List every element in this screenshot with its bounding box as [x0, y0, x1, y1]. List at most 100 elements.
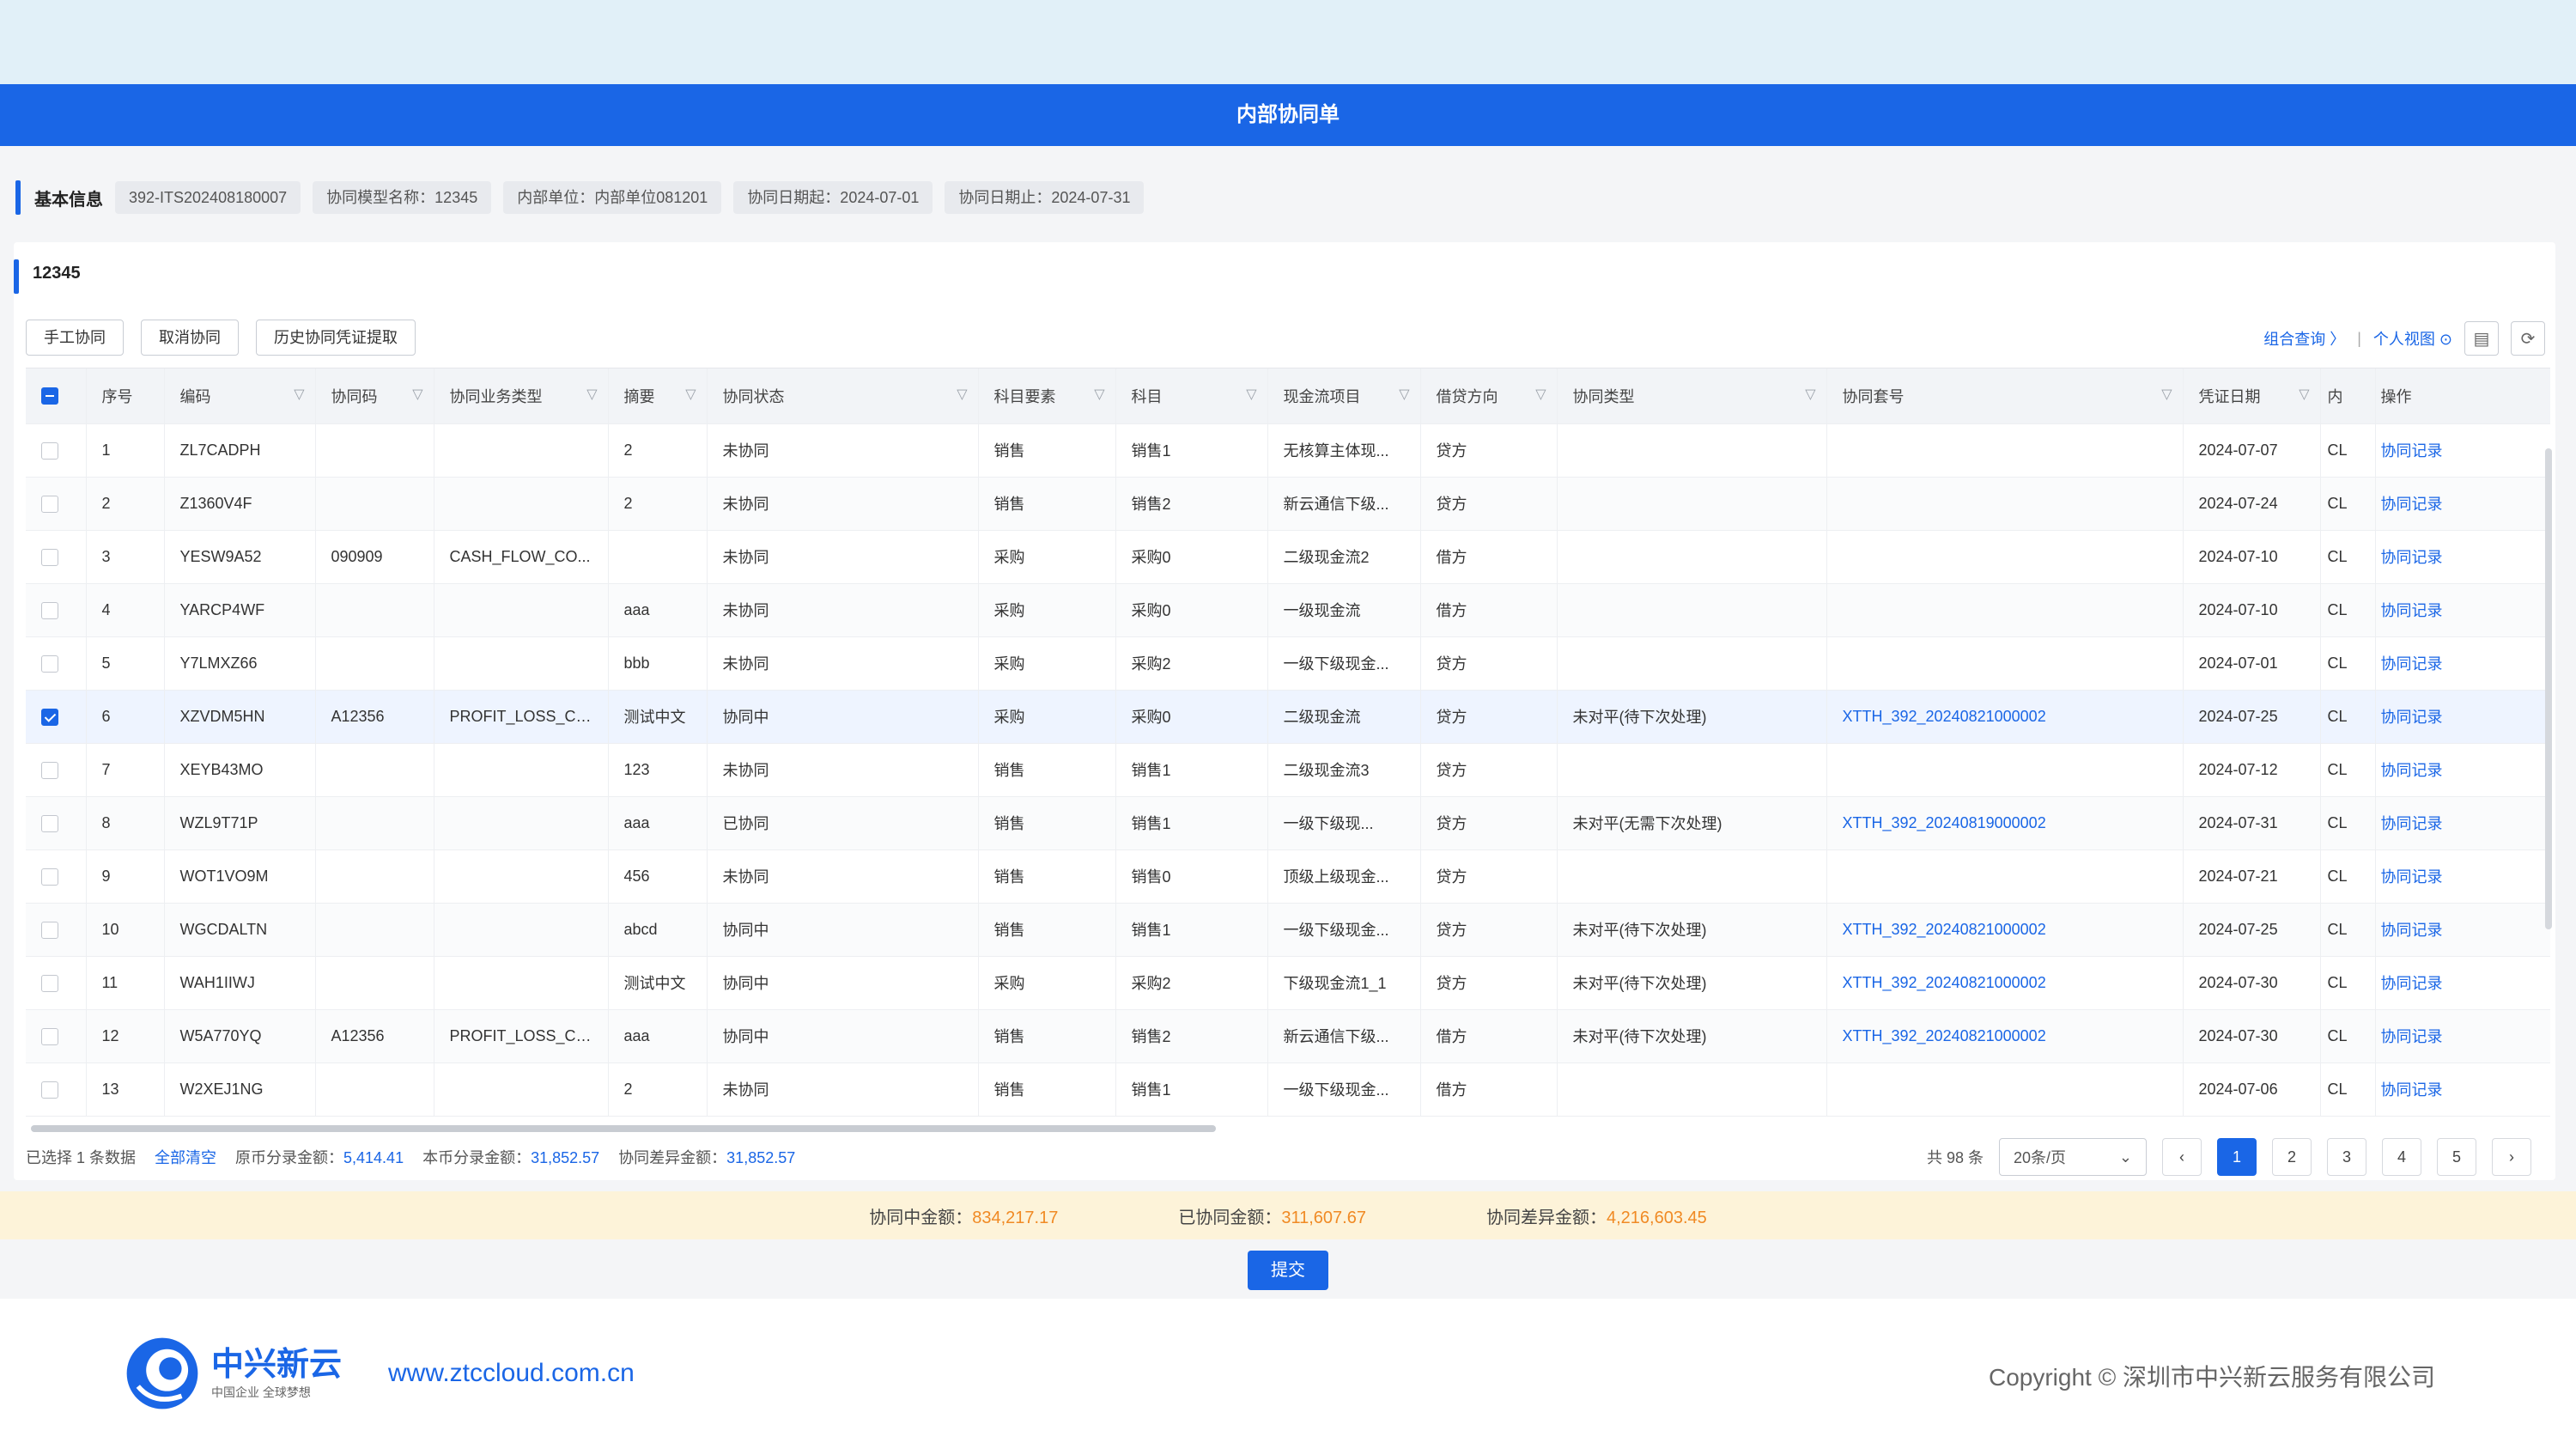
- table-row[interactable]: 12 W5A770YQ A12356 PROFIT_LOSS_CO... aaa 协同中销…: [26, 1009, 2550, 1063]
- row-action-link[interactable]: 协同记录: [2375, 1009, 2550, 1063]
- checkbox-icon[interactable]: [41, 708, 58, 726]
- prev-page-button[interactable]: ‹: [2162, 1138, 2202, 1176]
- col-biz-type[interactable]: 协同业务类型 ▽: [434, 368, 609, 424]
- table-row[interactable]: 11 WAH1IIWJ 测试中文 协同中 采购 采购2 下级现金流1_1 贷方 未对平(待下次处…: [26, 956, 2550, 1010]
- row-select-cell[interactable]: [26, 636, 87, 691]
- clear-all-link[interactable]: 全部清空: [155, 1146, 216, 1168]
- filter-icon[interactable]: ▽: [1399, 386, 1409, 403]
- row-action-link[interactable]: 协同记录: [2375, 849, 2550, 904]
- row-action-link[interactable]: 协同记录: [2375, 796, 2550, 850]
- combo-query-link[interactable]: 组合查询 〉: [2263, 327, 2345, 350]
- filter-icon[interactable]: ▽: [1805, 386, 1815, 403]
- table-row[interactable]: 1 ZL7CADPH 2 未协同 销售 销售1 无核算主体现... 贷方 2024-07-07 C…: [26, 423, 2550, 478]
- row-select-cell[interactable]: [26, 423, 87, 478]
- row-action-link[interactable]: 协同记录: [2375, 423, 2550, 478]
- page-button-1[interactable]: 1: [2217, 1138, 2257, 1176]
- filter-icon[interactable]: ▽: [412, 386, 422, 403]
- table-row[interactable]: 5 Y7LMXZ66 bbb 未协同 采购 采购2 一级下级现金... 贷方 2024-07-0…: [26, 636, 2550, 691]
- row-action-link[interactable]: 协同记录: [2375, 690, 2550, 744]
- checkbox-icon[interactable]: [41, 654, 58, 673]
- filter-icon[interactable]: ▽: [1246, 386, 1256, 403]
- checkbox-icon[interactable]: [41, 1081, 58, 1099]
- personal-view-link[interactable]: 个人视图 ⊙: [2373, 327, 2452, 350]
- row-select-cell[interactable]: [26, 1062, 87, 1117]
- checkbox-icon[interactable]: [41, 601, 58, 619]
- page-button-3[interactable]: 3: [2327, 1138, 2366, 1176]
- checkbox-icon[interactable]: [41, 761, 58, 779]
- row-set-no[interactable]: [1826, 477, 2184, 531]
- row-action-link[interactable]: 协同记录: [2375, 956, 2550, 1010]
- table-row[interactable]: 2 Z1360V4F 2 未协同 销售 销售2 新云通信下级... 贷方 2024-07-24 C…: [26, 477, 2550, 531]
- row-action-link[interactable]: 协同记录: [2375, 477, 2550, 531]
- manual-sync-button[interactable]: 手工协同: [26, 320, 124, 356]
- filter-icon[interactable]: ▽: [1535, 386, 1546, 403]
- page-size-select[interactable]: 20条/页 ⌄: [1999, 1138, 2147, 1176]
- filter-icon[interactable]: ▽: [685, 386, 696, 403]
- col-element[interactable]: 科目要素 ▽: [978, 368, 1116, 424]
- filter-icon[interactable]: ▽: [586, 386, 597, 403]
- row-set-no[interactable]: [1826, 743, 2184, 797]
- row-select-cell[interactable]: [26, 583, 87, 637]
- table-row[interactable]: 10 WGCDALTN abcd 协同中 销售 销售1 一级下级现金... 贷方 未对平(待下次…: [26, 903, 2550, 957]
- col-date[interactable]: 凭证日期 ▽: [2183, 368, 2321, 424]
- row-action-link[interactable]: 协同记录: [2375, 1062, 2550, 1117]
- row-select-cell[interactable]: [26, 477, 87, 531]
- row-set-no[interactable]: XTTH_392_20240821000002: [1826, 690, 2184, 744]
- website-link[interactable]: www.ztccloud.com.cn: [388, 1359, 635, 1388]
- checkbox-icon[interactable]: [41, 495, 58, 513]
- row-select-cell[interactable]: [26, 849, 87, 904]
- page-button-5[interactable]: 5: [2437, 1138, 2476, 1176]
- table-row[interactable]: 8 WZL9T71P aaa 已协同 销售 销售1 一级下级现... 贷方 未对平(无需下次处理…: [26, 796, 2550, 850]
- filter-icon[interactable]: ▽: [2299, 386, 2309, 403]
- select-all-cell[interactable]: [26, 368, 87, 424]
- checkbox-icon[interactable]: [41, 974, 58, 992]
- col-status[interactable]: 协同状态 ▽: [707, 368, 979, 424]
- horizontal-scrollbar[interactable]: [31, 1125, 1216, 1132]
- row-action-link[interactable]: 协同记录: [2375, 903, 2550, 957]
- table-row[interactable]: 13 W2XEJ1NG 2 未协同 销售 销售1 一级下级现金... 借方 2024-07-06…: [26, 1062, 2550, 1117]
- row-action-link[interactable]: 协同记录: [2375, 636, 2550, 691]
- table-row[interactable]: 7 XEYB43MO 123 未协同 销售 销售1 二级现金流3 贷方 2024-07-12 CL…: [26, 743, 2550, 797]
- row-set-no[interactable]: [1826, 636, 2184, 691]
- row-select-cell[interactable]: [26, 956, 87, 1010]
- history-voucher-button[interactable]: 历史协同凭证提取: [256, 320, 416, 356]
- row-select-cell[interactable]: [26, 530, 87, 584]
- row-select-cell[interactable]: [26, 743, 87, 797]
- row-set-no[interactable]: XTTH_392_20240821000002: [1826, 1009, 2184, 1063]
- row-set-no[interactable]: XTTH_392_20240819000002: [1826, 796, 2184, 850]
- filter-icon[interactable]: ▽: [294, 386, 304, 403]
- table-row[interactable]: 3 YESW9A52 090909 CASH_FLOW_CO... 未协同 采购 采购0 二级…: [26, 530, 2550, 584]
- col-summary[interactable]: 摘要 ▽: [608, 368, 708, 424]
- col-cashflow[interactable]: 现金流项目 ▽: [1267, 368, 1421, 424]
- checkbox-icon[interactable]: [41, 814, 58, 832]
- checkbox-icon[interactable]: [41, 1027, 58, 1045]
- row-set-no[interactable]: [1826, 1062, 2184, 1117]
- filter-icon[interactable]: ▽: [957, 386, 967, 403]
- row-set-no[interactable]: [1826, 583, 2184, 637]
- col-set-no[interactable]: 协同套号 ▽: [1826, 368, 2184, 424]
- row-action-link[interactable]: 协同记录: [2375, 583, 2550, 637]
- filter-icon[interactable]: ▽: [1094, 386, 1104, 403]
- row-set-no[interactable]: [1826, 849, 2184, 904]
- row-select-cell[interactable]: [26, 690, 87, 744]
- checkbox-icon[interactable]: [41, 387, 58, 405]
- table-row[interactable]: 6 XZVDM5HN A12356 PROFIT_LOSS_CO... 测试中文 协同中采…: [26, 690, 2550, 744]
- filter-icon[interactable]: ▽: [2161, 386, 2172, 403]
- col-code[interactable]: 编码 ▽: [164, 368, 316, 424]
- refresh-icon[interactable]: ⟳: [2511, 321, 2545, 356]
- checkbox-icon[interactable]: [41, 548, 58, 566]
- checkbox-icon[interactable]: [41, 441, 58, 460]
- row-set-no[interactable]: XTTH_392_20240821000002: [1826, 956, 2184, 1010]
- row-select-cell[interactable]: [26, 1009, 87, 1063]
- col-sync-type[interactable]: 协同类型 ▽: [1557, 368, 1827, 424]
- col-subject[interactable]: 科目 ▽: [1115, 368, 1268, 424]
- row-set-no[interactable]: [1826, 530, 2184, 584]
- page-button-2[interactable]: 2: [2272, 1138, 2312, 1176]
- col-direction[interactable]: 借贷方向 ▽: [1420, 368, 1558, 424]
- submit-button[interactable]: 提交: [1248, 1251, 1328, 1290]
- checkbox-icon[interactable]: [41, 868, 58, 886]
- settings-icon[interactable]: ▤: [2464, 321, 2499, 356]
- table-row[interactable]: 9 WOT1VO9M 456 未协同 销售 销售0 顶级上级现金... 贷方 2024-07-2…: [26, 849, 2550, 904]
- row-action-link[interactable]: 协同记录: [2375, 530, 2550, 584]
- page-button-4[interactable]: 4: [2382, 1138, 2421, 1176]
